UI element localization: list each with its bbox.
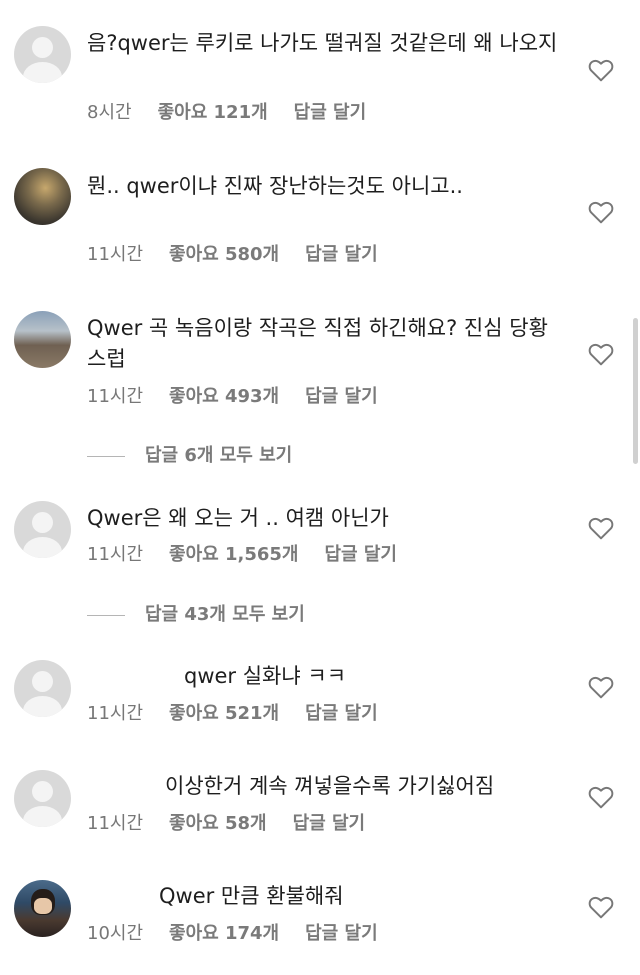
reply-button[interactable]: 답글 달기 xyxy=(305,386,378,408)
comment-time: 8시간 xyxy=(87,102,132,123)
view-replies-label: 답글 6개 모두 보기 xyxy=(145,445,293,466)
reply-button[interactable]: 답글 달기 xyxy=(294,102,367,124)
avatar[interactable] xyxy=(14,168,71,225)
comment-time: 11시간 xyxy=(87,813,144,834)
like-count[interactable]: 좋아요 58개 xyxy=(169,813,267,835)
heart-icon[interactable] xyxy=(588,58,614,82)
view-replies-link[interactable]: 답글 43개 모두 보기 xyxy=(87,604,305,626)
like-count[interactable]: 좋아요 1,565개 xyxy=(169,544,298,566)
reply-button[interactable]: 답글 달기 xyxy=(324,544,397,566)
avatar[interactable] xyxy=(14,660,71,717)
comment-text: 뭔.. qwer이냐 진짜 장난하는것도 아니고.. xyxy=(87,174,463,198)
comment-meta: 11시간 좋아요 521개 답글 달기 xyxy=(87,703,378,725)
like-count[interactable]: 좋아요 493개 xyxy=(169,386,279,408)
like-count[interactable]: 좋아요 521개 xyxy=(169,703,279,725)
view-replies-label: 답글 43개 모두 보기 xyxy=(145,604,305,625)
comment-time: 11시간 xyxy=(87,244,144,265)
heart-icon[interactable] xyxy=(588,342,614,366)
divider xyxy=(87,455,125,457)
comment-meta: 10시간 좋아요 174개 답글 달기 xyxy=(87,923,378,945)
comment-time: 10시간 xyxy=(87,923,144,944)
comment-text: 음?qwer는 루키로 나가도 떨궈질 것같은데 왜 나오지 xyxy=(87,31,558,55)
heart-icon[interactable] xyxy=(588,516,614,540)
comment-text: Qwer은 왜 오는 거 .. 여캠 아닌가 xyxy=(87,506,389,530)
scrollbar[interactable] xyxy=(633,318,638,464)
comment-text: Qwer 만큼 환불해줘 xyxy=(159,884,344,908)
heart-icon[interactable] xyxy=(588,675,614,699)
avatar[interactable] xyxy=(14,311,71,368)
heart-icon[interactable] xyxy=(588,785,614,809)
comment-meta: 8시간 좋아요 121개 답글 달기 xyxy=(87,102,366,124)
comment-meta: 11시간 좋아요 1,565개 답글 달기 xyxy=(87,544,397,566)
like-count[interactable]: 좋아요 121개 xyxy=(158,102,268,124)
avatar[interactable] xyxy=(14,26,71,83)
reply-button[interactable]: 답글 달기 xyxy=(293,813,366,835)
heart-icon[interactable] xyxy=(588,895,614,919)
comment-meta: 11시간 좋아요 580개 답글 달기 xyxy=(87,244,378,266)
reply-button[interactable]: 답글 달기 xyxy=(305,923,378,945)
avatar[interactable] xyxy=(14,501,71,558)
like-count[interactable]: 좋아요 174개 xyxy=(169,923,279,945)
avatar[interactable] xyxy=(14,770,71,827)
comment-meta: 11시간 좋아요 58개 답글 달기 xyxy=(87,813,365,835)
reply-button[interactable]: 답글 달기 xyxy=(305,244,378,266)
heart-icon[interactable] xyxy=(588,200,614,224)
comment-text: Qwer 곡 녹음이랑 작곡은 직접 하긴해요? 진심 당황스럽 xyxy=(87,316,548,371)
reply-button[interactable]: 답글 달기 xyxy=(305,703,378,725)
avatar[interactable] xyxy=(14,880,71,937)
comment-time: 11시간 xyxy=(87,386,144,407)
view-replies-link[interactable]: 답글 6개 모두 보기 xyxy=(87,445,292,467)
divider xyxy=(87,614,125,616)
comment-text: qwer 실화냐 ㅋㅋ xyxy=(184,664,347,688)
comment-meta: 11시간 좋아요 493개 답글 달기 xyxy=(87,386,378,408)
like-count[interactable]: 좋아요 580개 xyxy=(169,244,279,266)
comment-text: 이상한거 계속 껴넣을수록 가기싫어짐 xyxy=(165,774,495,798)
comment-time: 11시간 xyxy=(87,703,144,724)
comment-time: 11시간 xyxy=(87,544,144,565)
